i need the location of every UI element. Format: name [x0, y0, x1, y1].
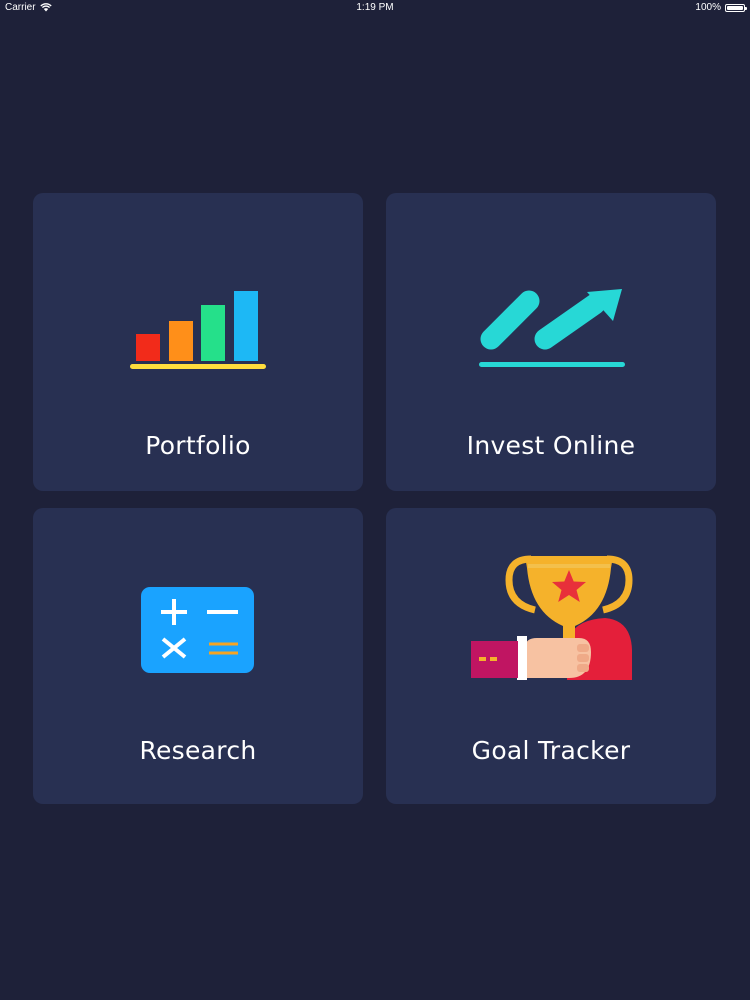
- research-label: Research: [139, 736, 257, 765]
- trophy-icon: [471, 555, 633, 680]
- portfolio-tile[interactable]: Portfolio: [33, 193, 363, 491]
- research-tile[interactable]: Research: [33, 508, 363, 804]
- status-right: 100%: [695, 2, 747, 13]
- battery-percentage: 100%: [695, 2, 721, 13]
- portfolio-label: Portfolio: [145, 431, 251, 460]
- bar-chart-icon: [130, 291, 266, 369]
- battery-icon: [725, 3, 747, 12]
- status-bar: Carrier 1:19 PM 100%: [0, 0, 750, 16]
- goal-tracker-tile[interactable]: Goal Tracker: [386, 508, 716, 804]
- goal-tracker-label: Goal Tracker: [471, 736, 631, 765]
- battery-fill: [727, 5, 743, 10]
- status-time: 1:19 PM: [356, 2, 394, 13]
- invest-online-label: Invest Online: [466, 431, 636, 460]
- trend-arrow-icon: [479, 289, 625, 367]
- calculator-icon: [141, 587, 254, 673]
- invest-online-tile[interactable]: Invest Online: [386, 193, 716, 491]
